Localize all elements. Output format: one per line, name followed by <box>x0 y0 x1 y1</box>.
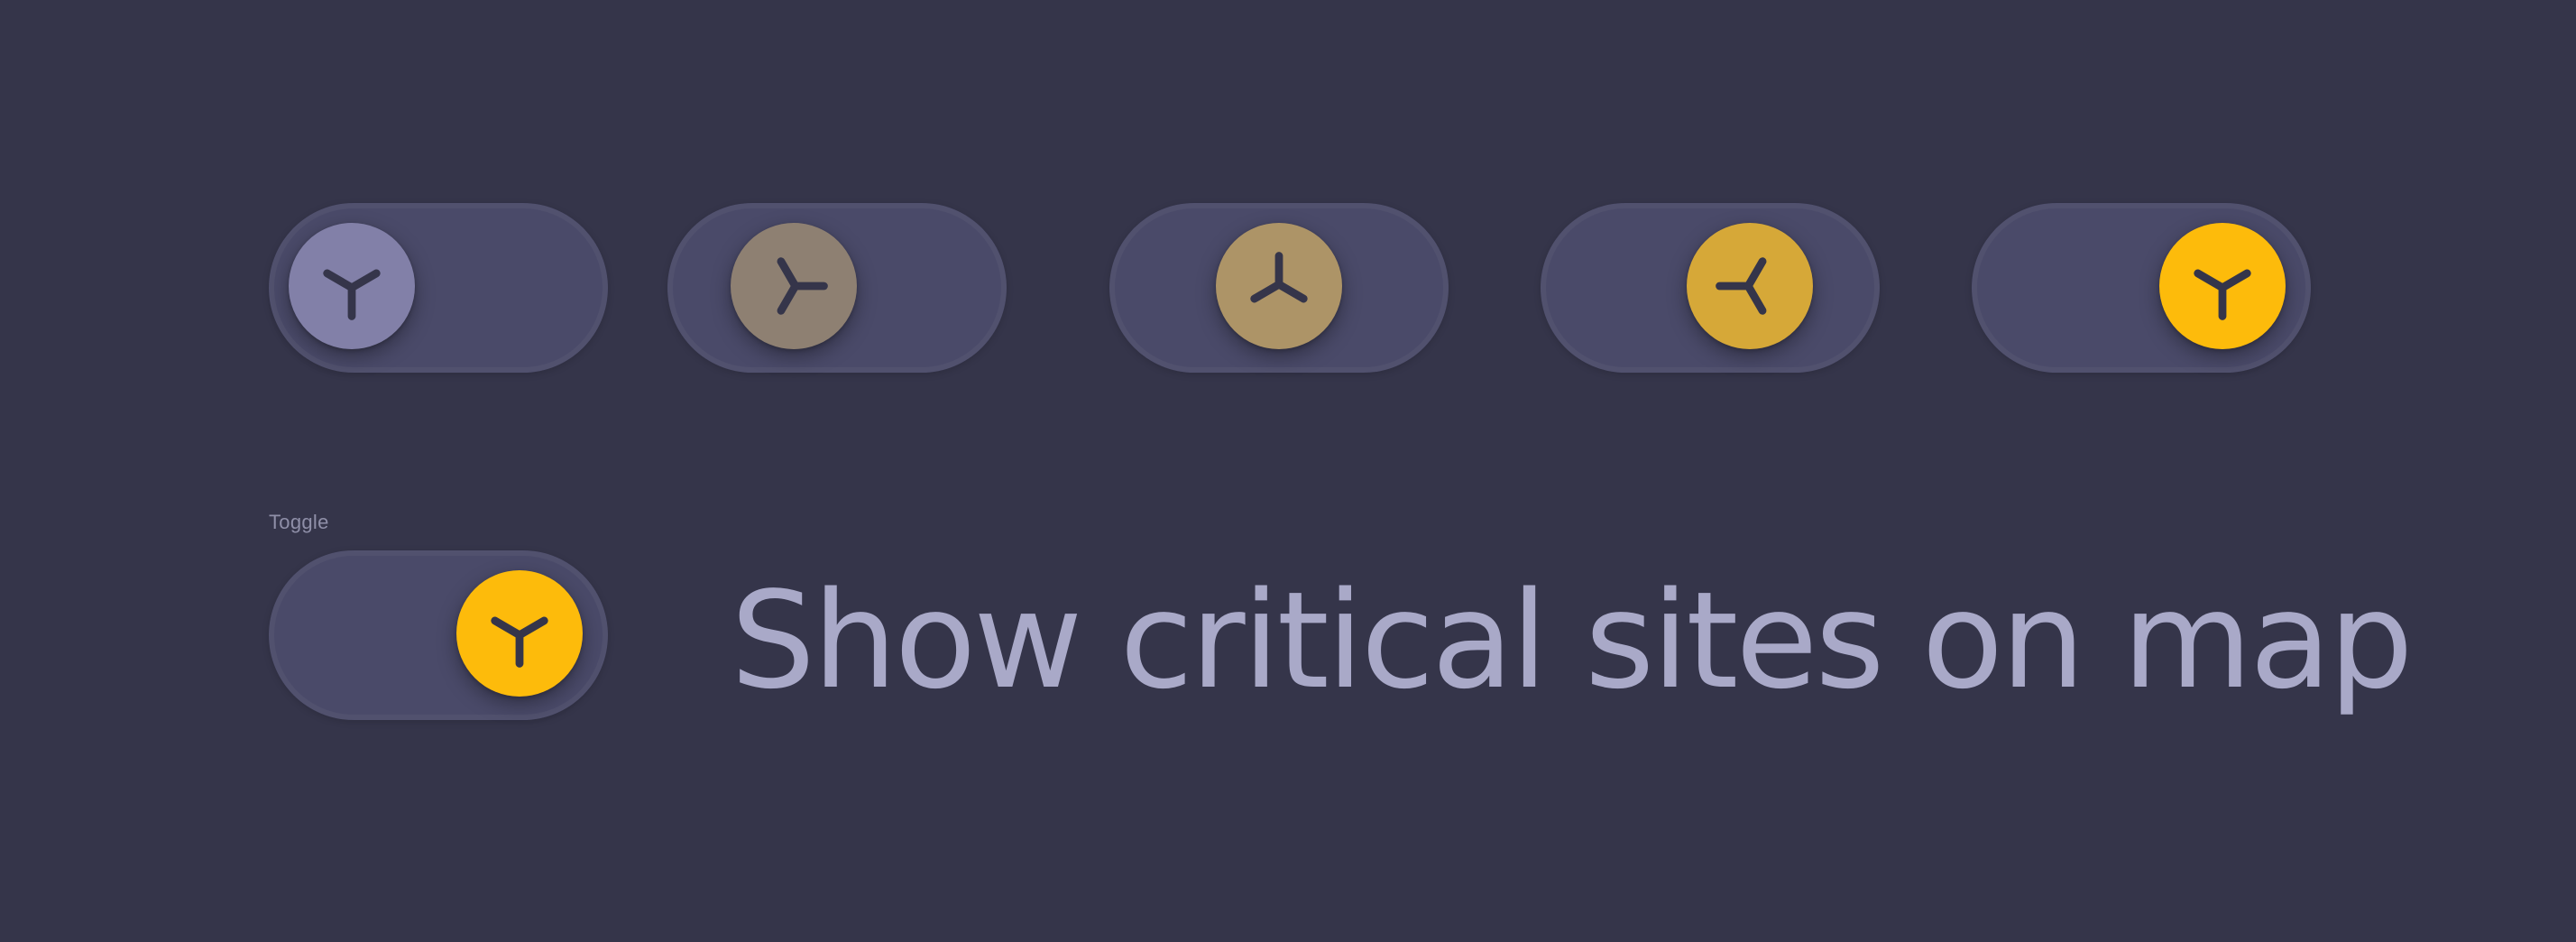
toggle-knob[interactable] <box>731 223 857 349</box>
toggle-knob[interactable] <box>2159 223 2286 349</box>
toggle-state-transition-3[interactable] <box>1541 203 1880 373</box>
toggle-caption: Toggle <box>269 511 329 533</box>
toggle-state-transition-1[interactable] <box>667 203 1007 373</box>
toggle-state-off[interactable] <box>269 203 608 373</box>
propeller-icon <box>1250 252 1308 303</box>
propeller-icon <box>323 269 381 320</box>
toggle-knob[interactable] <box>456 570 583 697</box>
toggle-knob[interactable] <box>1216 223 1342 349</box>
propeller-icon <box>2194 269 2251 320</box>
toggle-state-on[interactable] <box>1972 203 2311 373</box>
propeller-icon <box>1716 257 1767 315</box>
toggle-knob[interactable] <box>289 223 415 349</box>
toggle-knob[interactable] <box>1687 223 1813 349</box>
critical-sites-toggle[interactable] <box>269 550 608 720</box>
toggle-state-transition-2[interactable] <box>1109 203 1449 373</box>
toggle-label[interactable]: Show critical sites on map <box>731 559 2414 722</box>
propeller-icon <box>777 257 828 315</box>
propeller-icon <box>491 616 548 668</box>
